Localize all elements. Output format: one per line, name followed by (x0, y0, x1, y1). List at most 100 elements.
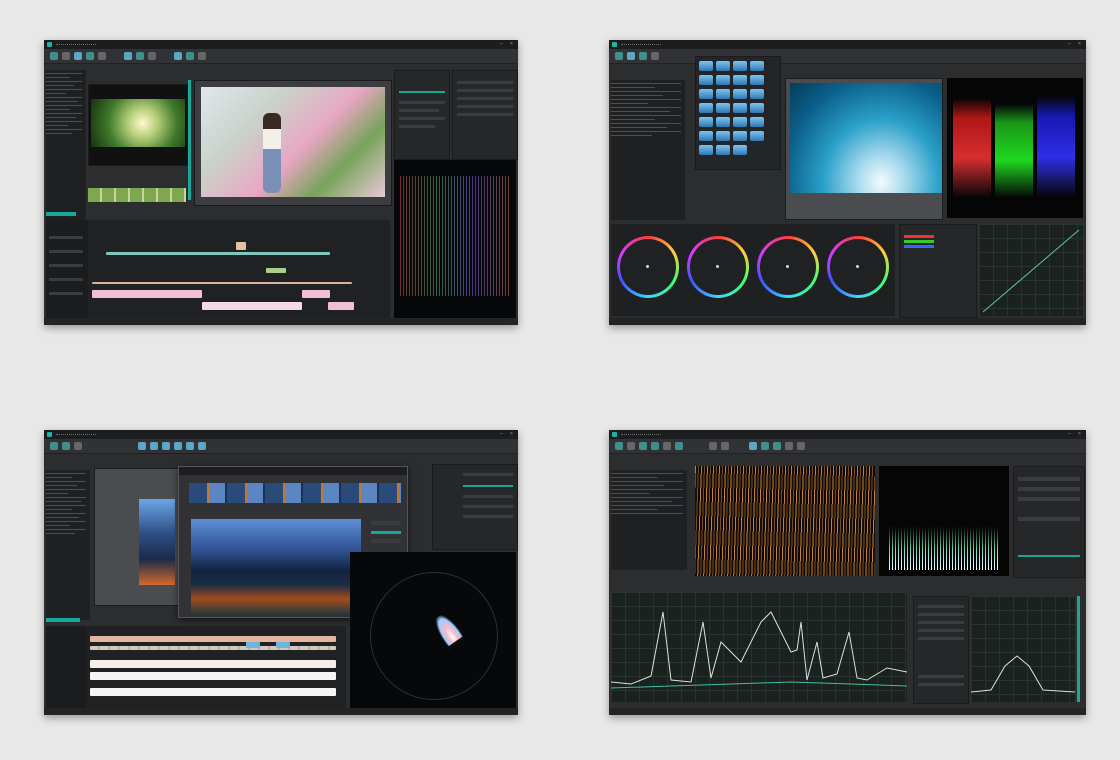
timeline-clip[interactable] (328, 302, 354, 310)
toolbar (609, 439, 1086, 454)
preview-image (201, 87, 385, 197)
project-explorer-tree[interactable] (46, 70, 86, 230)
secondary-graph[interactable] (971, 596, 1075, 702)
color-wheel-highlights[interactable] (757, 236, 819, 298)
timeline-panel (46, 626, 346, 710)
minimize-icon[interactable]: – (499, 42, 504, 47)
toolbar-button[interactable] (651, 442, 659, 450)
timeline-clip[interactable] (202, 302, 302, 310)
curve-line[interactable] (979, 224, 1083, 316)
keyframes-list (913, 596, 969, 704)
dialog-preview-image (191, 519, 361, 613)
color-wheel-midtones[interactable] (687, 236, 749, 298)
toolbar-button[interactable] (74, 52, 82, 60)
toolbar-button[interactable] (50, 442, 58, 450)
person-figure (263, 113, 281, 193)
timeline-clip[interactable] (90, 636, 336, 642)
timeline-clip[interactable] (90, 646, 336, 650)
timeline-panel (46, 220, 390, 320)
filmstrip[interactable] (189, 483, 401, 503)
timeline-clip[interactable] (90, 672, 336, 680)
status-bar (44, 318, 518, 325)
histogram-scope (879, 466, 1009, 576)
status-bar (609, 318, 1086, 325)
minimize-icon[interactable]: – (499, 432, 504, 437)
timeline-marker[interactable] (246, 642, 260, 648)
close-icon[interactable]: × (1077, 42, 1082, 47)
toolbar-button[interactable] (615, 442, 623, 450)
toolbar-button[interactable] (749, 442, 757, 450)
window-titlebar: – × (44, 430, 518, 439)
toolbar-button[interactable] (98, 52, 106, 60)
toolbar (609, 49, 1086, 64)
main-preview-panel (194, 80, 392, 206)
toolbar-button[interactable] (785, 442, 793, 450)
minimize-icon[interactable]: – (1067, 42, 1072, 47)
timeline-clip[interactable] (90, 660, 336, 668)
close-icon[interactable]: × (509, 42, 514, 47)
toolbar-button[interactable] (721, 442, 729, 450)
close-icon[interactable]: × (1077, 432, 1082, 437)
timeline-clip[interactable] (92, 282, 352, 284)
scrollbar[interactable] (1077, 596, 1080, 702)
toolbar-button[interactable] (150, 442, 158, 450)
splitter[interactable] (188, 80, 191, 200)
toolbar-button[interactable] (639, 52, 647, 60)
toolbar-button[interactable] (174, 442, 182, 450)
window-titlebar: – × (609, 430, 1086, 439)
timeline-tab[interactable] (46, 618, 80, 622)
app-logo-icon (612, 432, 617, 437)
toolbar-button[interactable] (174, 52, 182, 60)
toolbar-button[interactable] (651, 52, 659, 60)
project-explorer-tree[interactable] (611, 470, 687, 570)
scope-panel (394, 160, 516, 320)
color-wheel-global[interactable] (827, 236, 889, 298)
toolbar-button[interactable] (186, 52, 194, 60)
toolbar-button[interactable] (797, 442, 805, 450)
close-icon[interactable]: × (509, 432, 514, 437)
toolbar-button[interactable] (709, 442, 717, 450)
toolbar-button[interactable] (162, 442, 170, 450)
toolbar-button[interactable] (74, 442, 82, 450)
toolbar-button[interactable] (136, 52, 144, 60)
timeline-clip[interactable] (266, 268, 286, 273)
toolbar-button[interactable] (663, 442, 671, 450)
preview-image (695, 466, 875, 576)
vectorscope (350, 552, 516, 710)
toolbar-button[interactable] (124, 52, 132, 60)
toolbar-button[interactable] (627, 442, 635, 450)
toolbar-button[interactable] (639, 442, 647, 450)
project-explorer-tree[interactable] (611, 80, 685, 220)
window-titlebar: – × (44, 40, 518, 49)
toolbar-button[interactable] (62, 52, 70, 60)
timeline-marker[interactable] (236, 242, 246, 250)
toolbar-button[interactable] (186, 442, 194, 450)
app-logo-icon (47, 42, 52, 47)
effects-gallery (695, 56, 781, 170)
toolbar-button[interactable] (761, 442, 769, 450)
timeline-marker[interactable] (276, 642, 290, 648)
toolbar-button[interactable] (198, 442, 206, 450)
settings-panel (452, 70, 518, 160)
audio-graph[interactable] (611, 592, 907, 702)
screenshot-timeline-editor: – × (44, 40, 518, 325)
toolbar-button[interactable] (198, 52, 206, 60)
toolbar-button[interactable] (138, 442, 146, 450)
toolbar-button[interactable] (86, 52, 94, 60)
project-explorer-tree[interactable] (46, 470, 90, 620)
toolbar-button[interactable] (50, 52, 58, 60)
toolbar-button[interactable] (148, 52, 156, 60)
toolbar-button[interactable] (62, 442, 70, 450)
toolbar-button[interactable] (627, 52, 635, 60)
timeline-clip[interactable] (106, 252, 330, 255)
color-wheel-shadows[interactable] (617, 236, 679, 298)
timeline-tab[interactable] (46, 212, 76, 216)
toolbar-button[interactable] (675, 442, 683, 450)
timeline-clip[interactable] (92, 290, 202, 298)
minimize-icon[interactable]: – (1067, 432, 1072, 437)
timeline-clip[interactable] (302, 290, 330, 298)
toolbar-button[interactable] (615, 52, 623, 60)
timeline-clip[interactable] (90, 688, 336, 696)
main-preview-panel (785, 78, 943, 220)
toolbar-button[interactable] (773, 442, 781, 450)
